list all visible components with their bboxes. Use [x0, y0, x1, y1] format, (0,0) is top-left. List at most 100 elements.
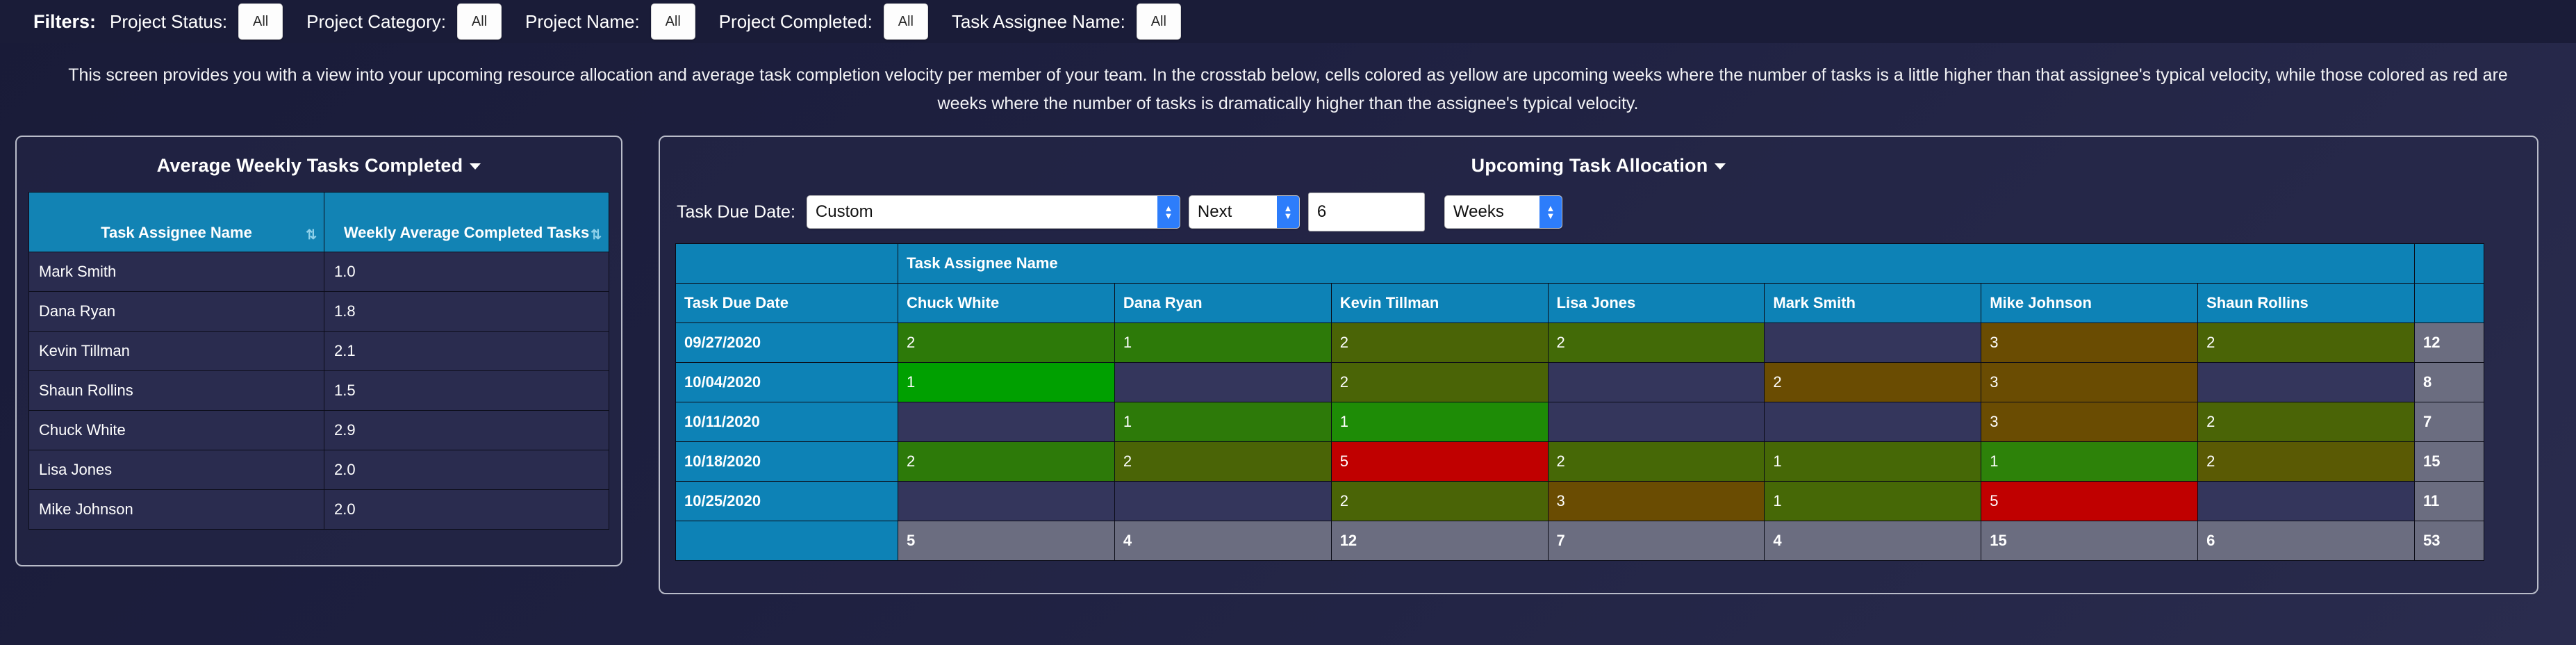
crosstab-cell[interactable]	[1765, 323, 1981, 363]
crosstab-cell[interactable]: 3	[1981, 323, 2198, 363]
crosstab-cell[interactable]: 2	[898, 323, 1115, 363]
crosstab-cell[interactable]: 1	[1981, 442, 2198, 482]
crosstab-row[interactable]: 10/04/202012238	[676, 363, 2484, 402]
crosstab-cell[interactable]: 2	[2198, 323, 2415, 363]
crosstab-col-header-assignee[interactable]: Mike Johnson	[1981, 284, 2198, 323]
crosstab-cell[interactable]: 5	[1331, 442, 1548, 482]
crosstab-col-header-assignee[interactable]: Chuck White	[898, 284, 1115, 323]
crosstab-col-header-assignee[interactable]: Lisa Jones	[1548, 284, 1765, 323]
upcoming-task-allocation-panel: Upcoming Task Allocation Task Due Date: …	[659, 136, 2538, 594]
filter-value-button[interactable]: All	[238, 3, 283, 40]
table-header-row: Task Assignee Name ⇅ Weekly Average Comp…	[29, 193, 609, 252]
crosstab-cell[interactable]	[1114, 363, 1331, 402]
column-header-label: Task Assignee Name	[101, 224, 252, 241]
table-row[interactable]: Dana Ryan1.8	[29, 292, 609, 332]
crosstab-cell[interactable]	[898, 482, 1115, 521]
crosstab-cell[interactable]: 2	[2198, 402, 2415, 442]
filter-group: Project Category: All	[306, 3, 502, 40]
crosstab-col-header-assignee[interactable]: Kevin Tillman	[1331, 284, 1548, 323]
crosstab-cell[interactable]: 2	[2198, 442, 2415, 482]
filter-value-button[interactable]: All	[884, 3, 928, 40]
crosstab-col-header-assignee[interactable]: Mark Smith	[1765, 284, 1981, 323]
crosstab-col-header-assignee[interactable]: Dana Ryan	[1114, 284, 1331, 323]
cell-assignee-name: Mike Johnson	[29, 490, 324, 530]
table-row[interactable]: Lisa Jones2.0	[29, 450, 609, 490]
task-due-date-controls: Task Due Date: Custom ▲▼ Next ▲▼ 6 Weeks…	[660, 189, 2537, 235]
crosstab-col-header-total	[2415, 284, 2484, 323]
crosstab-cell[interactable]	[898, 402, 1115, 442]
chevron-updown-icon[interactable]: ▲▼	[1277, 196, 1299, 228]
average-weekly-tasks-panel: Average Weekly Tasks Completed Task Assi…	[15, 136, 622, 566]
chevron-down-icon[interactable]	[1715, 163, 1726, 170]
crosstab-cell[interactable]: 2	[1331, 363, 1548, 402]
upcoming-task-allocation-crosstab: Task Assignee Name Task Due DateChuck Wh…	[675, 243, 2484, 561]
table-row[interactable]: Shaun Rollins1.5	[29, 371, 609, 411]
average-weekly-tasks-table: Task Assignee Name ⇅ Weekly Average Comp…	[28, 192, 609, 530]
crosstab-cell[interactable]: 3	[1981, 402, 2198, 442]
crosstab-cell[interactable]: 2	[1765, 363, 1981, 402]
table-row[interactable]: Chuck White2.9	[29, 411, 609, 450]
direction-select-value: Next	[1198, 202, 1232, 222]
crosstab-cell[interactable]: 3	[1981, 363, 2198, 402]
crosstab-col-header-task-due-date[interactable]: Task Due Date	[676, 284, 898, 323]
table-row[interactable]: Mike Johnson2.0	[29, 490, 609, 530]
crosstab-cell[interactable]: 2	[1331, 323, 1548, 363]
left-panel-title-row[interactable]: Average Weekly Tasks Completed	[17, 137, 621, 192]
sort-icon[interactable]: ⇅	[306, 229, 315, 242]
crosstab-cell[interactable]	[1114, 482, 1331, 521]
crosstab-cell[interactable]: 2	[1548, 442, 1765, 482]
crosstab-row-header-date[interactable]: 10/04/2020	[676, 363, 898, 402]
crosstab-cell[interactable]: 1	[898, 363, 1115, 402]
column-header-task-assignee-name[interactable]: Task Assignee Name ⇅	[29, 193, 324, 252]
crosstab-cell[interactable]	[1548, 363, 1765, 402]
table-row[interactable]: Kevin Tillman2.1	[29, 332, 609, 371]
filter-group: Project Status:All	[110, 3, 283, 40]
date-range-select[interactable]: Custom ▲▼	[807, 195, 1180, 229]
crosstab-cell[interactable]: 1	[1114, 402, 1331, 442]
filter-value-button[interactable]: All	[1137, 3, 1181, 40]
crosstab-cell[interactable]: 1	[1331, 402, 1548, 442]
crosstab-row-header-date[interactable]: 10/25/2020	[676, 482, 898, 521]
crosstab-cell[interactable]: 2	[1331, 482, 1548, 521]
crosstab-row[interactable]: 10/25/2020231511	[676, 482, 2484, 521]
direction-select[interactable]: Next ▲▼	[1189, 195, 1300, 229]
crosstab-cell[interactable]: 3	[1548, 482, 1765, 521]
crosstab-row-header-date[interactable]: 09/27/2020	[676, 323, 898, 363]
crosstab-cell[interactable]	[1548, 402, 1765, 442]
filter-value-button[interactable]: All	[457, 3, 502, 40]
crosstab-col-header-assignee[interactable]: Shaun Rollins	[2198, 284, 2415, 323]
crosstab-cell[interactable]: 2	[1114, 442, 1331, 482]
cell-weekly-average: 1.5	[324, 371, 609, 411]
crosstab-cell[interactable]	[2198, 482, 2415, 521]
crosstab-column-total: 7	[1548, 521, 1765, 561]
crosstab-cell[interactable]: 2	[898, 442, 1115, 482]
right-panel-title-row[interactable]: Upcoming Task Allocation	[660, 137, 2537, 192]
filters-container: Project Status:AllProject Category:AllPr…	[110, 3, 1205, 40]
chevron-down-icon[interactable]	[470, 163, 481, 170]
chevron-updown-icon[interactable]: ▲▼	[1157, 196, 1180, 228]
crosstab-row[interactable]: 10/18/2020225211215	[676, 442, 2484, 482]
crosstab-cell[interactable]: 5	[1981, 482, 2198, 521]
column-header-label: Weekly Average Completed Tasks	[344, 224, 589, 241]
filter-label: Task Assignee Name:	[952, 11, 1125, 33]
chevron-updown-icon[interactable]: ▲▼	[1539, 196, 1562, 228]
unit-select[interactable]: Weeks ▲▼	[1444, 195, 1562, 229]
crosstab-cell[interactable]: 1	[1765, 442, 1981, 482]
crosstab-row[interactable]: 09/27/202021223212	[676, 323, 2484, 363]
filter-label: Project Category:	[306, 11, 446, 33]
sort-icon[interactable]: ⇅	[591, 229, 600, 242]
filter-value-button[interactable]: All	[651, 3, 695, 40]
filter-label: Project Completed:	[719, 11, 873, 33]
crosstab-row-header-date[interactable]: 10/18/2020	[676, 442, 898, 482]
crosstab-cell[interactable]: 1	[1114, 323, 1331, 363]
crosstab-row[interactable]: 10/11/202011327	[676, 402, 2484, 442]
crosstab-cell[interactable]	[2198, 363, 2415, 402]
crosstab-column-total: 12	[1331, 521, 1548, 561]
crosstab-row-header-date[interactable]: 10/11/2020	[676, 402, 898, 442]
period-count-input[interactable]: 6	[1308, 193, 1425, 231]
crosstab-cell[interactable]: 2	[1548, 323, 1765, 363]
column-header-weekly-average[interactable]: Weekly Average Completed Tasks ⇅	[324, 193, 609, 252]
crosstab-cell[interactable]: 1	[1765, 482, 1981, 521]
crosstab-cell[interactable]	[1765, 402, 1981, 442]
table-row[interactable]: Mark Smith1.0	[29, 252, 609, 292]
